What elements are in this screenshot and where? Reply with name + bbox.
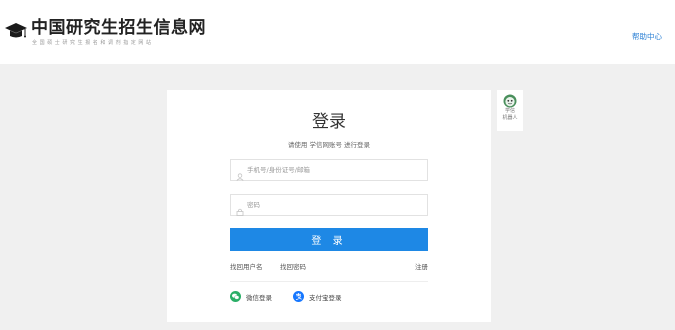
robot-label-line2: 机器人: [502, 115, 518, 121]
login-subtitle: 请使用 学信网账号 进行登录: [287, 141, 371, 149]
login-title: 登录: [312, 112, 346, 132]
logo-subtitle: 全国硕士研究生报名和调剂指定网站: [32, 40, 154, 46]
divider: [230, 281, 428, 282]
xuexin-robot-button[interactable]: 学信 机器人: [497, 90, 523, 131]
alipay-login-label: 支付宝登录: [309, 293, 342, 302]
wechat-login-button[interactable]: 微信登录: [230, 291, 272, 302]
robot-label-line1: 学信: [504, 108, 515, 114]
password-field: [230, 194, 428, 217]
login-card: 登录 请使用 学信网账号 进行登录 登 录 找回用户名 找回密码 注册: [167, 90, 491, 322]
find-password-link[interactable]: 找回密码: [280, 261, 306, 271]
username-field: [230, 159, 428, 181]
logo-title: 中国研究生招生信息网: [31, 18, 206, 38]
password-input[interactable]: [247, 201, 417, 209]
help-center-link[interactable]: 帮助中心: [632, 31, 662, 42]
robot-icon: [503, 93, 517, 108]
user-icon: [236, 166, 244, 181]
login-button[interactable]: 登 录: [230, 228, 428, 251]
alipay-icon: [293, 291, 304, 302]
wechat-icon: [230, 291, 241, 302]
username-input[interactable]: [247, 166, 417, 174]
wechat-login-label: 微信登录: [246, 293, 272, 302]
alipay-login-button[interactable]: 支付宝登录: [293, 291, 342, 302]
register-link[interactable]: 注册: [415, 261, 428, 271]
find-username-link[interactable]: 找回用户名: [230, 261, 263, 271]
mortarboard-icon: [4, 20, 28, 42]
site-header: 中国研究生招生信息网 全国硕士研究生报名和调剂指定网站 帮助中心: [0, 0, 675, 64]
site-logo[interactable]: 中国研究生招生信息网 全国硕士研究生报名和调剂指定网站: [4, 18, 206, 47]
lock-icon: [236, 201, 244, 217]
